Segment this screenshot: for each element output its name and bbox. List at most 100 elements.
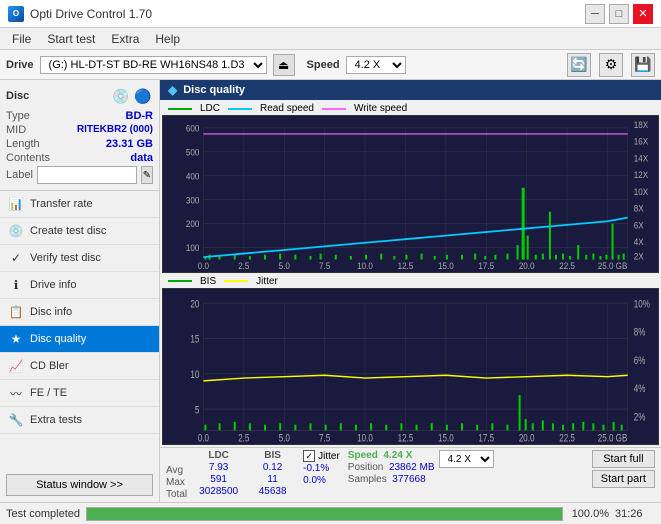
- write-legend-color: [322, 108, 346, 110]
- sidebar-item-transfer-rate[interactable]: 📊 Transfer rate: [0, 191, 159, 218]
- eject-button[interactable]: ⏏: [273, 54, 295, 76]
- svg-text:18X: 18X: [634, 119, 648, 130]
- svg-text:400: 400: [186, 171, 200, 182]
- speed-dropdown[interactable]: 4.2 X: [439, 450, 494, 468]
- create-disc-label: Create test disc: [30, 225, 106, 237]
- bis-legend-label: BIS: [200, 276, 216, 287]
- contents-value: data: [130, 152, 153, 164]
- minimize-button[interactable]: ─: [585, 4, 605, 24]
- sidebar-item-verify-test-disc[interactable]: ✓ Verify test disc: [0, 245, 159, 272]
- menu-start-test[interactable]: Start test: [39, 30, 103, 48]
- sidebar-item-extra-tests[interactable]: 🔧 Extra tests: [0, 407, 159, 434]
- disc-info-icon: 📋: [8, 304, 24, 320]
- drive-label: Drive: [6, 59, 34, 71]
- menu-extra[interactable]: Extra: [103, 30, 147, 48]
- disc-section-title: Disc: [6, 90, 29, 102]
- svg-text:22.5: 22.5: [559, 260, 575, 271]
- svg-text:8X: 8X: [634, 203, 644, 214]
- transfer-rate-label: Transfer rate: [30, 198, 93, 210]
- drive-select[interactable]: (G:) HL-DT-ST BD-RE WH16NS48 1.D3: [40, 56, 267, 74]
- label-edit-button[interactable]: ✎: [141, 166, 153, 184]
- sidebar-item-drive-info[interactable]: ℹ Drive info: [0, 272, 159, 299]
- disc-type-row: Type BD-R: [6, 110, 153, 122]
- svg-text:7.5: 7.5: [319, 260, 330, 271]
- label-input[interactable]: [37, 166, 137, 184]
- sidebar-item-create-test-disc[interactable]: 💿 Create test disc: [0, 218, 159, 245]
- svg-text:6X: 6X: [634, 220, 644, 231]
- create-disc-icon: 💿: [8, 223, 24, 239]
- svg-text:2%: 2%: [634, 411, 646, 424]
- svg-text:22.5: 22.5: [559, 432, 575, 444]
- disc-icon-1: 💿: [111, 86, 131, 106]
- speed-select[interactable]: 4.2 X: [346, 56, 406, 74]
- svg-text:10.0: 10.0: [357, 432, 373, 444]
- time-text: 31:26: [615, 508, 655, 520]
- svg-text:15: 15: [190, 333, 199, 346]
- sidebar-item-fe-te[interactable]: 〰 FE / TE: [0, 380, 159, 407]
- ldc-max: 591: [191, 474, 246, 485]
- svg-text:0.0: 0.0: [198, 260, 209, 271]
- extra-tests-icon: 🔧: [8, 412, 24, 428]
- svg-text:20.0: 20.0: [519, 260, 535, 271]
- sidebar-item-disc-quality[interactable]: ★ Disc quality: [0, 326, 159, 353]
- bis-chart-svg: 20 15 10 5 10% 8% 6% 4% 2% 0.0 2.5 5.0: [163, 289, 658, 445]
- avg-label: Avg: [166, 465, 187, 476]
- disc-icon-2: 🔵: [133, 86, 153, 106]
- jitter-col-header: Jitter: [318, 451, 340, 462]
- svg-text:25.0 GB: 25.0 GB: [598, 260, 628, 271]
- speed-label: Speed: [307, 59, 340, 71]
- jitter-checkbox[interactable]: ✓: [303, 450, 315, 462]
- jitter-avg: -0.1%: [303, 463, 340, 474]
- chart-header-title: Disc quality: [183, 84, 245, 96]
- ldc-total: 3028500: [191, 486, 246, 497]
- menu-file[interactable]: File: [4, 30, 39, 48]
- menu-help[interactable]: Help: [147, 30, 188, 48]
- bis-total: 45638: [250, 486, 295, 497]
- svg-text:17.5: 17.5: [478, 260, 494, 271]
- svg-text:16X: 16X: [634, 136, 648, 147]
- svg-text:5.0: 5.0: [279, 260, 290, 271]
- sidebar-item-cd-bler[interactable]: 📈 CD Bler: [0, 353, 159, 380]
- chart-header-icon: ◆: [168, 83, 177, 97]
- verify-disc-icon: ✓: [8, 250, 24, 266]
- refresh-button[interactable]: 🔄: [567, 53, 591, 77]
- fe-te-label: FE / TE: [30, 387, 67, 399]
- start-buttons: Start full Start part: [592, 450, 655, 500]
- bis-col-header: BIS: [250, 450, 295, 461]
- verify-disc-label: Verify test disc: [30, 252, 101, 264]
- status-bar: Test completed 100.0% 31:26: [0, 502, 661, 524]
- chart-header: ◆ Disc quality: [160, 80, 661, 100]
- maximize-button[interactable]: □: [609, 4, 629, 24]
- cd-bler-label: CD Bler: [30, 360, 69, 372]
- sidebar-item-disc-info[interactable]: 📋 Disc info: [0, 299, 159, 326]
- start-part-button[interactable]: Start part: [592, 470, 655, 488]
- cd-bler-icon: 📈: [8, 358, 24, 374]
- svg-text:300: 300: [186, 195, 200, 206]
- svg-text:25.0 GB: 25.0 GB: [598, 432, 628, 444]
- svg-text:4X: 4X: [634, 237, 644, 248]
- settings-button[interactable]: ⚙: [599, 53, 623, 77]
- bis-avg: 0.12: [250, 462, 295, 473]
- svg-text:600: 600: [186, 123, 200, 134]
- disc-length-row: Length 23.31 GB: [6, 138, 153, 150]
- stats-footer: Avg Max Total LDC 7.93 591 3028500 BIS 0…: [160, 447, 661, 502]
- jitter-max: 0.0%: [303, 475, 340, 486]
- svg-text:10X: 10X: [634, 186, 648, 197]
- ldc-chart-svg: 600 500 400 300 200 100 18X 16X 14X 12X …: [163, 116, 658, 272]
- jitter-legend-label: Jitter: [256, 276, 278, 287]
- close-button[interactable]: ✕: [633, 4, 653, 24]
- menu-bar: File Start test Extra Help: [0, 28, 661, 50]
- progress-bar: [87, 508, 562, 520]
- ldc-legend-color: [168, 108, 192, 110]
- svg-text:200: 200: [186, 219, 200, 230]
- save-button[interactable]: 💾: [631, 53, 655, 77]
- type-value: BD-R: [126, 110, 154, 122]
- position-label: Position 23862 MB: [348, 462, 435, 473]
- svg-text:12.5: 12.5: [398, 260, 414, 271]
- drive-bar: Drive (G:) HL-DT-ST BD-RE WH16NS48 1.D3 …: [0, 50, 661, 80]
- status-window-button[interactable]: Status window >>: [6, 474, 153, 496]
- start-full-button[interactable]: Start full: [592, 450, 655, 468]
- svg-text:5.0: 5.0: [279, 432, 291, 444]
- ldc-chart: 600 500 400 300 200 100 18X 16X 14X 12X …: [162, 115, 659, 273]
- svg-text:2.5: 2.5: [238, 432, 250, 444]
